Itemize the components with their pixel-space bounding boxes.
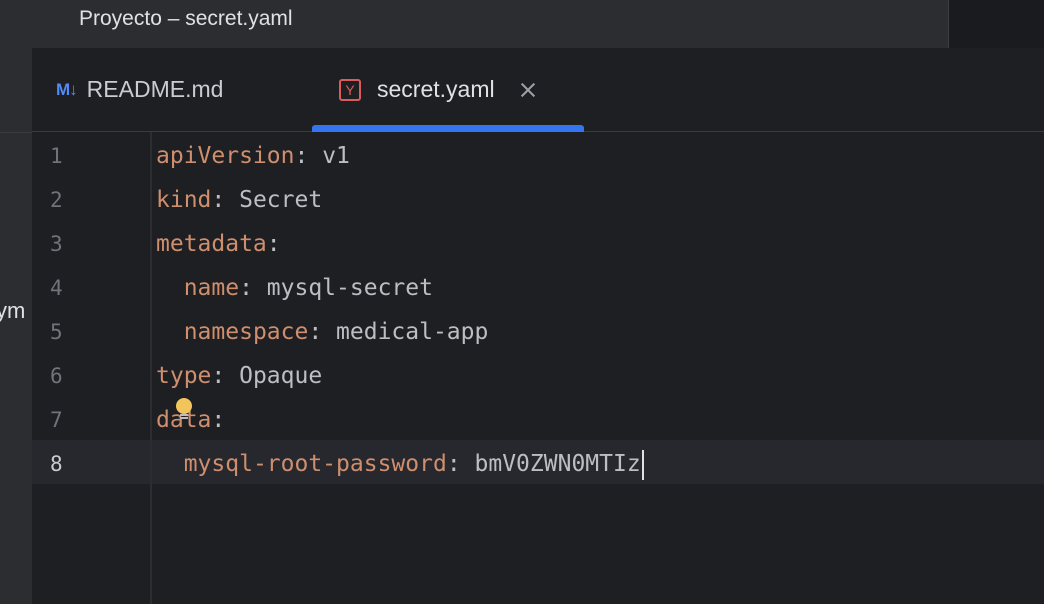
code-editor[interactable]: 1 apiVersion: v1 2 kind: Secret 3 metadata: 4 … [32,132,1044,604]
yaml-key: name [183,275,240,301]
ide-window: Proyecto – secret.yaml ym M↓ README.md Y… [0,0,1044,604]
gutter-divider [150,132,152,604]
title-bar: Proyecto – secret.yaml [0,0,948,48]
text-caret [641,449,644,480]
yaml-value: bmV0ZWN0MTIz [474,451,641,477]
yaml-value: Secret [239,187,323,213]
project-panel-header [0,48,32,133]
line-number: 5 [50,320,63,344]
yaml-key: metadata [156,231,267,257]
line-number: 1 [50,144,63,168]
yaml-key: namespace [183,319,309,345]
title-bar-right [948,0,1044,48]
yaml-separator: : [211,407,226,433]
yaml-separator: : [308,319,337,345]
line-number: 2 [50,188,63,212]
code-line[interactable]: name: mysql-secret [156,266,433,310]
yaml-value: mysql-secret [266,275,433,301]
yaml-key: mysql-root-password [183,451,447,477]
code-line[interactable]: apiVersion: v1 [156,134,350,178]
tab-secret-yaml[interactable]: Y secret.yaml [312,48,584,132]
code-line[interactable]: mysql-root-password: bmV0ZWN0MTIz [156,442,644,486]
yaml-value: v1 [322,143,350,169]
window-title: Proyecto – secret.yaml [79,7,293,30]
code-line[interactable]: metadata: [156,222,281,266]
yaml-key: kind [156,187,212,213]
active-tab-indicator [312,125,584,132]
editor-tab-bar: M↓ README.md Y secret.yaml [32,48,1044,132]
yaml-key: type [156,363,212,389]
lightbulb-icon[interactable] [174,397,194,423]
tab-readme[interactable]: M↓ README.md [56,48,223,131]
line-number: 3 [50,232,63,256]
yaml-separator: : [266,231,281,257]
yaml-value: medical-app [336,319,489,345]
line-number: 7 [50,408,63,432]
yaml-separator: : [239,275,267,301]
yaml-file-icon: Y [339,78,361,101]
close-icon[interactable] [519,81,537,99]
code-line[interactable]: kind: Secret [156,178,322,222]
yaml-value: Opaque [239,363,323,389]
project-panel-label: ym [0,298,26,323]
yaml-separator: : [446,451,475,477]
yaml-separator: : [294,143,323,169]
tab-label: secret.yaml [377,76,495,102]
code-line[interactable]: namespace: medical-app [156,310,489,354]
yaml-separator: : [211,187,240,213]
yaml-key: apiVersion [156,143,295,169]
line-number: 4 [50,276,63,300]
markdown-icon: M↓ [56,79,78,99]
yaml-separator: : [211,363,240,389]
tab-label: README.md [86,76,224,102]
line-number: 8 [50,452,63,476]
code-line[interactable]: type: Opaque [156,354,322,398]
line-number: 6 [50,364,63,388]
